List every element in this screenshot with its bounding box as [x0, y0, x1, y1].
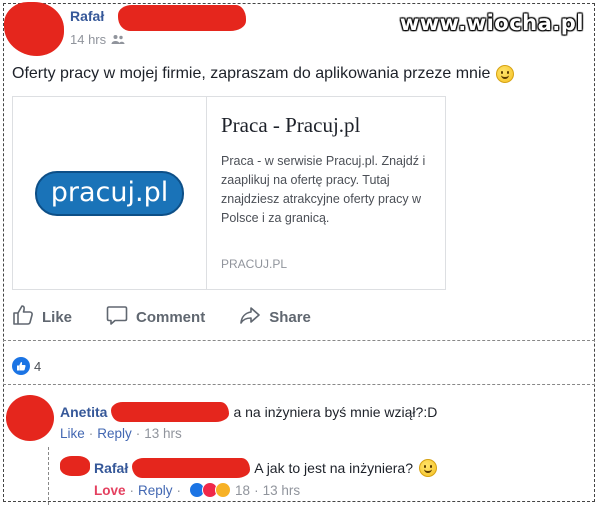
watermark: www.wiocha.pl [399, 11, 584, 35]
smile-emoji-icon [419, 459, 437, 477]
comment-author[interactable]: Anetita [60, 404, 107, 420]
comment-time[interactable]: 13 hrs [144, 426, 182, 441]
reply-love-link[interactable]: Love [94, 483, 126, 498]
reply-author-redaction [132, 458, 251, 478]
separator-dot: · [129, 482, 135, 498]
reactions-summary[interactable]: 4 [12, 357, 41, 375]
author-name-redaction [118, 5, 246, 31]
comment-author-redaction [111, 402, 230, 422]
reply-text: A jak to jest na inżyniera? [254, 460, 413, 476]
reply-reactions[interactable] [189, 482, 232, 498]
reactions-divider [3, 384, 595, 385]
share-button[interactable]: Share [239, 304, 311, 330]
link-preview-domain: PRACUJ.PL [221, 257, 288, 271]
actions-divider [3, 340, 595, 341]
like-reaction-icon [12, 357, 30, 375]
like-label: Like [42, 308, 73, 326]
comment-button[interactable]: Comment [106, 304, 205, 330]
post-text: Oferty pracy w mojej firmie, zapraszam d… [12, 65, 515, 83]
comment-body: Anetita a na inżyniera byś mnie wziął?:D [60, 402, 437, 422]
separator-dot: · [135, 426, 141, 441]
link-preview-body[interactable]: Praca - Pracuj.pl Praca - w serwisie Pra… [207, 97, 445, 289]
reply-body: Rafał A jak to jest na inżyniera? [94, 458, 437, 478]
reply-reaction-count: 18 [235, 482, 251, 498]
comment-reply-link[interactable]: Reply [97, 426, 132, 441]
pracuj-logo: pracuj.pl [34, 170, 185, 216]
link-preview-image[interactable]: pracuj.pl [13, 97, 207, 289]
comment-text: a na inżyniera byś mnie wziął?:D [233, 404, 438, 420]
reply-author-avatar[interactable] [60, 456, 90, 476]
reactions-count: 4 [34, 358, 42, 374]
link-preview-card[interactable]: pracuj.pl Praca - Pracuj.pl Praca - w se… [12, 96, 446, 290]
reply-author[interactable]: Rafał [94, 460, 128, 476]
reply-reply-link[interactable]: Reply [138, 483, 173, 498]
like-button[interactable]: Like [12, 304, 72, 330]
link-preview-title[interactable]: Praca - Pracuj.pl [221, 113, 431, 138]
post-meta: 14 hrs [70, 32, 125, 47]
share-label: Share [269, 308, 311, 326]
link-preview-description: Praca - w serwisie Pracuj.pl. Znajdź i z… [221, 154, 426, 225]
reply-time[interactable]: 13 hrs [263, 483, 301, 498]
commenter-avatar[interactable] [6, 395, 54, 441]
separator-dot: · [88, 426, 94, 441]
separator-dot: · [254, 482, 259, 498]
reply-actions: Love · Reply · 18 · 13 hrs [94, 482, 300, 498]
thumbs-up-icon [12, 304, 34, 330]
share-arrow-icon [239, 304, 261, 330]
comment-actions: Like · Reply · 13 hrs [60, 426, 182, 441]
smile-emoji-icon [496, 65, 515, 83]
separator-dot: · [176, 482, 182, 498]
post-actions: Like Comment Share [12, 304, 311, 330]
post-time[interactable]: 14 hrs [70, 32, 106, 47]
comment-label: Comment [136, 308, 206, 326]
friends-privacy-icon [111, 32, 125, 47]
reply-thread-line [48, 447, 50, 505]
haha-reaction-icon [215, 482, 232, 498]
comment-like-link[interactable]: Like [60, 426, 85, 441]
post-text-content: Oferty pracy w mojej firmie, zapraszam d… [12, 65, 491, 82]
comment-bubble-icon [106, 304, 128, 330]
post-author[interactable]: Rafał [70, 8, 104, 24]
